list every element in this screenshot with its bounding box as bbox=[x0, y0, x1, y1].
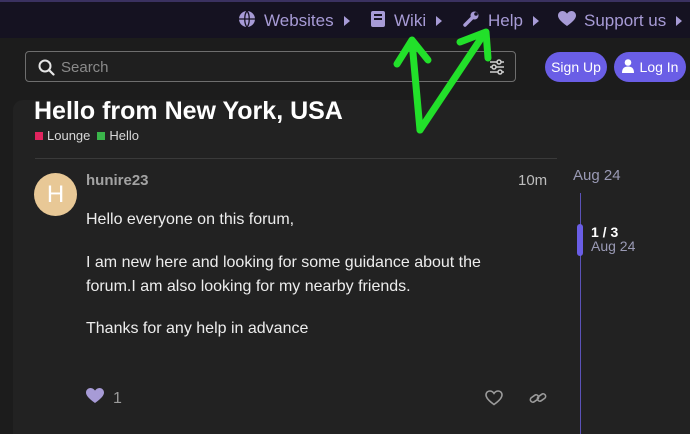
like-button-heart-outline-icon[interactable] bbox=[485, 390, 503, 411]
sign-up-label: Sign Up bbox=[551, 59, 601, 75]
caret-right-icon bbox=[532, 16, 539, 26]
book-icon bbox=[370, 10, 386, 33]
category-label: Lounge bbox=[47, 128, 91, 143]
post-paragraph: Hello everyone on this forum, bbox=[86, 211, 295, 228]
divider bbox=[35, 158, 557, 159]
nav-item-websites[interactable]: Websites bbox=[238, 10, 350, 32]
nav-item-wiki[interactable]: Wiki bbox=[370, 10, 443, 33]
timeline-start-date[interactable]: Aug 24 bbox=[573, 167, 621, 184]
top-navigation-bar: Websites Wiki Help Support us bbox=[0, 0, 690, 38]
log-in-button[interactable]: Log In bbox=[614, 52, 686, 82]
nav-item-label: Help bbox=[488, 11, 523, 30]
category-label: Hello bbox=[109, 128, 140, 143]
nav-item-label: Websites bbox=[264, 11, 334, 30]
post-paragraph: Thanks for any help in advance bbox=[86, 320, 309, 337]
log-in-label: Log In bbox=[639, 59, 679, 75]
heart-icon bbox=[558, 10, 576, 32]
like-count-button[interactable]: 1 bbox=[86, 388, 122, 409]
like-count: 1 bbox=[113, 389, 122, 407]
globe-icon bbox=[238, 10, 256, 33]
category-color-swatch bbox=[97, 131, 106, 140]
wrench-icon bbox=[462, 10, 480, 33]
category-color-swatch bbox=[35, 131, 43, 140]
post-time[interactable]: 10m bbox=[518, 172, 547, 189]
sign-up-button[interactable]: Sign Up bbox=[545, 52, 607, 82]
nav-item-label: Wiki bbox=[394, 11, 427, 30]
caret-right-icon bbox=[436, 16, 443, 26]
post-paragraph: I am new here and looking for some guida… bbox=[86, 254, 481, 295]
category-hello[interactable]: Hello bbox=[97, 128, 139, 143]
avatar[interactable]: H bbox=[34, 173, 77, 216]
avatar-letter: H bbox=[46, 180, 65, 208]
search-icon bbox=[38, 59, 55, 81]
search-filter-icon[interactable] bbox=[489, 59, 505, 80]
site-header: Sign Up Log In bbox=[0, 38, 690, 94]
heart-icon bbox=[86, 388, 104, 409]
post-username[interactable]: hunire23 bbox=[86, 172, 149, 189]
share-link-icon[interactable] bbox=[529, 390, 547, 411]
timeline-current-date: Aug 24 bbox=[591, 238, 636, 254]
user-icon bbox=[621, 58, 634, 76]
caret-right-icon bbox=[676, 16, 683, 26]
nav-item-support-us[interactable]: Support us bbox=[558, 10, 683, 32]
search-input[interactable] bbox=[61, 56, 481, 78]
caret-right-icon bbox=[343, 16, 350, 26]
category-lounge[interactable]: Lounge bbox=[35, 128, 90, 143]
nav-item-label: Support us bbox=[584, 11, 667, 30]
topic-categories: Lounge Hello bbox=[35, 128, 146, 143]
search-box[interactable] bbox=[25, 51, 516, 82]
nav-item-help[interactable]: Help bbox=[462, 10, 539, 32]
topic-title[interactable]: Hello from New York, USA bbox=[34, 97, 343, 126]
timeline-scroll-handle[interactable] bbox=[577, 224, 583, 256]
